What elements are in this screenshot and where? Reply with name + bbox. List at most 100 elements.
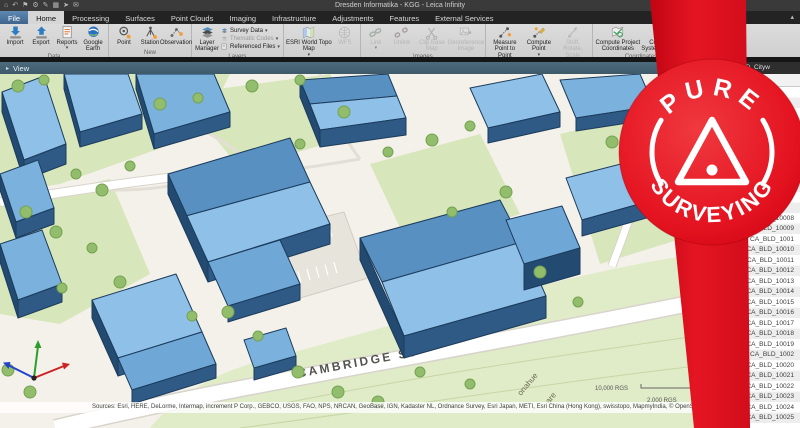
import-button[interactable]: Import [2,25,28,46]
axis-gizmo[interactable] [3,340,70,381]
table-row[interactable]: 2013 CA_BLD_10013 [698,276,800,287]
filter-funnel-icon[interactable]: ▼ [734,77,741,84]
panel-tab[interactable]: AMB3D_Cityw [698,62,800,74]
new-point-button[interactable]: Point [111,25,137,46]
group-layers: Layer Manager Survey Data▾ Thematic Code… [192,24,284,57]
chevron-down-icon: ▾ [276,37,279,41]
google-earth-icon [86,25,101,40]
station-icon [143,25,158,40]
table-row[interactable]: 2013 CA_BLD_10010 [698,245,800,256]
map-canvas[interactable]: CAMBRIDGE ST onahue are [0,74,697,428]
thematic-codes-dropdown: Thematic Codes▾ [221,35,280,42]
cell-year: 2013 [698,257,732,264]
coordinate-system-manager-button[interactable]: Coordinate System Manager [641,25,687,53]
table-row[interactable]: 2013 CA_BLD_10017 [698,318,800,329]
cell-building-id: CA_BLD_10023 [732,393,800,400]
leica-infinity-window: ⌂ ↶ ⚑ ⚙ ✎ ▦ ➤ ✉ Dresden Informatika - KG… [0,0,800,428]
table-row[interactable]: 2013 CA_BLD_10022 [698,381,800,392]
cell-year: 2013 [698,288,732,295]
sort-icon[interactable]: ⇅ [724,77,730,84]
compute-point-label: Compute Point [522,40,556,53]
title-bar: ⌂ ↶ ⚑ ⚙ ✎ ▦ ➤ ✉ Dresden Informatika - KG… [0,0,800,11]
flag-icon[interactable]: ⚑ [22,2,28,9]
layer-manager-button[interactable]: Layer Manager [194,25,220,53]
table-row[interactable]: 2013 CA_BLD_10019 [698,339,800,350]
tab-external-services[interactable]: External Services [427,11,501,24]
chevron-down-icon: ▾ [66,46,69,50]
export-button[interactable]: Export [28,25,54,46]
table-row[interactable]: 2013 CA_BLD_10024 [698,402,800,413]
chevron-down-icon: ▾ [265,29,268,33]
edit-icon[interactable]: ✎ [43,2,49,9]
home-icon[interactable]: ⌂ [4,2,8,9]
collapse-ribbon-icon[interactable]: ▴ [790,13,794,21]
cell-year: 2013 [698,351,732,358]
cell-year: 2013 [698,320,732,327]
group-data: Import Export Reports ▾ Google Earth Dat… [0,24,109,57]
chevron-down-icon: ▾ [277,45,280,49]
table-row[interactable]: 2013 CA_BLD_10023 [698,392,800,403]
tab-home[interactable]: Home [28,11,64,24]
georeference-image-label: Georeference Image [448,40,485,53]
table-row[interactable]: 2013 CA_BLD_10009 [698,224,800,235]
cell-building-id: CA_BLD_10017 [732,320,800,327]
tab-imaging[interactable]: Imaging [221,11,264,24]
tab-infrastructure[interactable]: Infrastructure [264,11,324,24]
cell-year: 2013 [698,299,732,306]
tab-file[interactable]: File [0,11,28,24]
table-row[interactable]: 2013 CA_BLD_1002 [698,350,800,361]
table-row[interactable]: 2013 CA_BLD_10018 [698,329,800,340]
point-icon [117,25,132,40]
layers-dropdowns: Survey Data▾ Thematic Codes▾ Referenced … [220,25,281,52]
new-observation-button[interactable]: Observation [163,25,189,46]
reports-button[interactable]: Reports ▾ [54,25,80,50]
settings-icon[interactable]: ⚙ [32,2,38,9]
export-icon [34,25,49,40]
table-row[interactable]: 2013 CA_BLD_10014 [698,287,800,298]
options-icon[interactable]: ▾ [745,77,749,84]
table-row[interactable]: 2013 CA_BLD_10021 [698,371,800,382]
measure-point-to-point-button[interactable]: Measure Point to Point [488,25,522,57]
compute-point-button[interactable]: Compute Point ▾ [522,25,556,57]
group-label-coordinates: Coordinates [595,53,687,57]
link-button: Link ▾ [363,25,389,50]
panel-filter-bar: ⇅ ▼ ▾ [698,74,800,87]
mail-icon[interactable]: ✉ [73,2,79,9]
cell-building-id: CA_BLD_10025 [732,414,800,421]
cell-building-id: CA_BLD_10011 [732,257,800,264]
table-row[interactable]: 2013 CA_BLD_10015 [698,297,800,308]
undo-icon[interactable]: ↶ [12,2,18,9]
tab-processing[interactable]: Processing [64,11,117,24]
map-3d-scene: CAMBRIDGE ST onahue are [0,74,697,428]
measure-point-to-point-icon [497,25,512,40]
attribute-table[interactable]: 2013 CA_BLD_10008 2013 CA_BLD_10009 2013… [698,87,800,428]
cell-building-id: CA_BLD_10015 [732,299,800,306]
wfs-globe-icon [337,25,352,40]
grid-icon[interactable]: ▦ [53,2,60,9]
view-expander-icon[interactable]: ▸ [6,65,9,72]
tab-surfaces[interactable]: Surfaces [117,11,163,24]
table-row[interactable]: 2013 CA_BLD_1001 [698,234,800,245]
table-row[interactable]: 2013 CA_BLD_10025 [698,413,800,424]
cell-building-id: CA_BLD_10008 [732,215,800,222]
view-title: View [13,64,29,73]
survey-data-dropdown[interactable]: Survey Data▾ [221,27,280,34]
tab-point-clouds[interactable]: Point Clouds [163,11,222,24]
tab-adjustments[interactable]: Adjustments [324,11,381,24]
google-earth-button[interactable]: Google Earth [80,25,106,53]
reports-icon [60,25,75,40]
send-icon[interactable]: ➤ [63,2,69,9]
table-row[interactable]: 2013 CA_BLD_10012 [698,266,800,277]
quick-access-toolbar: ⌂ ↶ ⚑ ⚙ ✎ ▦ ➤ ✉ [0,2,79,9]
georeference-image-icon [458,25,473,40]
view-header[interactable]: ▸ View [0,62,697,74]
table-row[interactable]: 2013 CA_BLD_10008 [698,213,800,224]
referenced-files-dropdown[interactable]: Referenced Files▾ [221,43,280,50]
table-row[interactable]: 2013 CA_BLD_10020 [698,360,800,371]
ribbon-tab-bar: File Home Processing Surfaces Point Clou… [0,11,800,24]
tab-features[interactable]: Features [382,11,428,24]
compute-project-coordinates-button[interactable]: Compute Project Coordinates [595,25,641,53]
table-row[interactable]: 2013 CA_BLD_10016 [698,308,800,319]
esri-world-topo-map-button[interactable]: ESRI World Topo Map ▾ [286,25,332,57]
table-row[interactable]: 2013 CA_BLD_10011 [698,255,800,266]
